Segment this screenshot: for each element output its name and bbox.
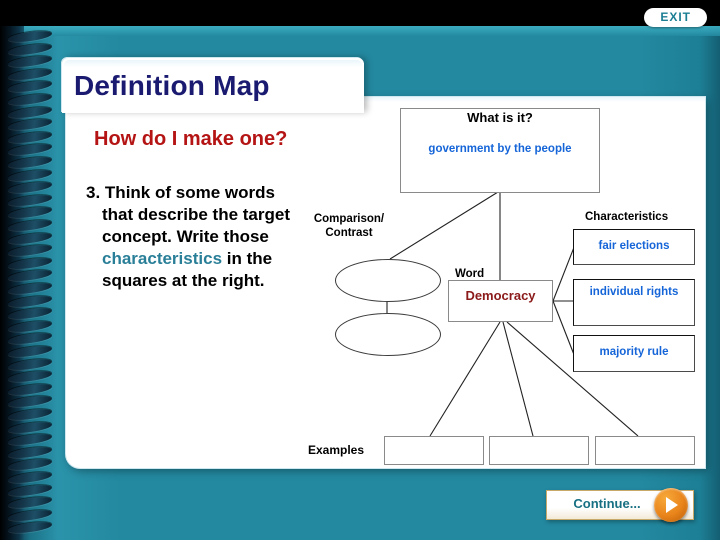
- what-is-it-value: government by the people: [428, 143, 572, 155]
- word-label: Word: [455, 268, 485, 280]
- example-box-3[interactable]: [595, 436, 695, 465]
- play-icon[interactable]: [654, 488, 688, 522]
- step-instruction: 3. Think of some words that describe the…: [86, 182, 292, 292]
- characteristic-value-2: individual rights: [589, 286, 679, 298]
- comparison-oval-2[interactable]: [335, 313, 441, 356]
- continue-label: Continue...: [573, 496, 641, 511]
- background-highlight-strip: [0, 26, 720, 36]
- example-box-2[interactable]: [489, 436, 589, 465]
- page-title: Definition Map: [74, 70, 270, 101]
- what-is-it-heading: What is it?: [467, 110, 533, 125]
- spiral-binding: [0, 26, 64, 540]
- characteristic-value-1: fair elections: [598, 240, 670, 252]
- exit-button[interactable]: EXIT: [644, 8, 707, 27]
- characteristic-value-3: majority rule: [599, 346, 669, 358]
- example-box-1[interactable]: [384, 436, 484, 465]
- step-number: 3.: [86, 183, 101, 202]
- slide-stage: EXIT Definition Map How do I make one? 3…: [0, 0, 720, 540]
- page-subtitle: How do I make one?: [94, 128, 288, 150]
- comparison-contrast-label: Comparison/ Contrast: [313, 213, 385, 239]
- examples-label: Examples: [308, 443, 365, 457]
- play-triangle-icon: [666, 497, 678, 513]
- comparison-oval-1[interactable]: [335, 259, 441, 302]
- word-value: Democracy: [465, 288, 536, 303]
- characteristics-label: Characteristics: [585, 211, 669, 223]
- continue-button[interactable]: Continue...: [546, 488, 694, 522]
- step-highlight-word: characteristics: [102, 249, 223, 268]
- step-text-part-a: Think of some words that describe the ta…: [102, 183, 290, 246]
